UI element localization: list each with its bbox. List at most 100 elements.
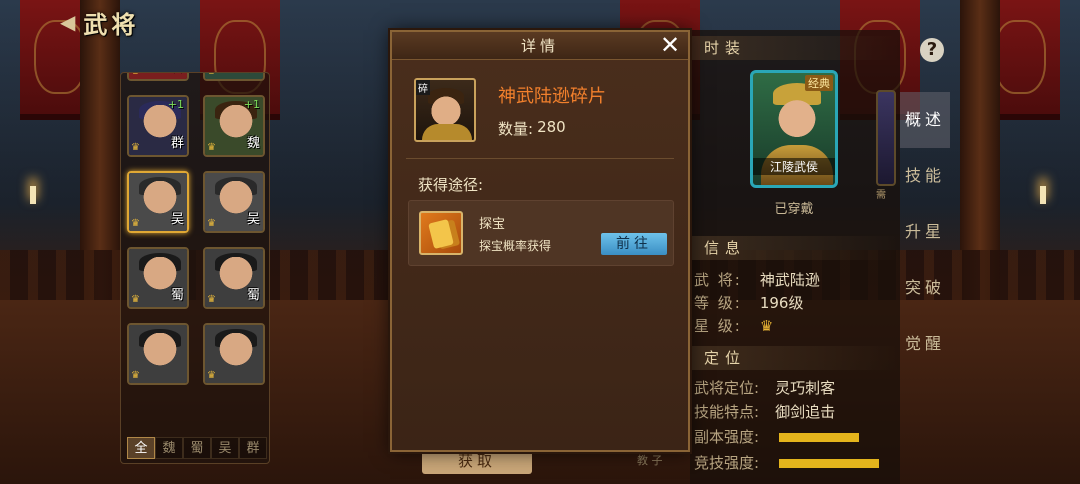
crown-icon: ♛ — [207, 370, 216, 381]
info-level-key: 等 级: — [694, 294, 742, 312]
portrait-shoulder — [422, 124, 472, 140]
side-tab[interactable]: 概述 — [900, 92, 950, 148]
hero-card[interactable]: ♛ — [203, 323, 265, 385]
position-section-title: 定位 — [690, 346, 900, 370]
item-count: 数量: 280 — [498, 118, 566, 139]
treasure-icon — [419, 211, 463, 255]
info-level-value: 196级 — [759, 294, 804, 312]
hero-card[interactable]: 吴 ♛ — [127, 171, 189, 233]
candle-icon — [30, 186, 36, 204]
costume-name: 江陵武侯 — [753, 158, 835, 175]
fragment-tag: 碎 — [416, 80, 430, 95]
filter-tab[interactable]: 蜀 — [183, 437, 211, 459]
item-count-label: 数量: — [498, 120, 534, 138]
close-icon[interactable]: ✕ — [658, 33, 682, 58]
info-general-value: 神武陆逊 — [759, 271, 820, 289]
item-name: 神武陆逊碎片 — [498, 86, 606, 107]
hero-card[interactable]: 蜀 ♛ — [203, 247, 265, 309]
hero-level-badge: +1 — [167, 98, 184, 111]
side-tab-bar: 概述 技能 升星 突破 觉醒 — [900, 92, 950, 372]
item-count-value: 280 — [537, 118, 566, 136]
crown-icon: ♛ — [207, 73, 216, 77]
crown-icon: ♛ — [131, 142, 140, 153]
crown-icon: ♛ — [207, 142, 216, 153]
skill-row: 技能特点: 御剑追击 — [694, 401, 835, 423]
hero-portrait — [219, 333, 253, 373]
side-tab[interactable]: 升星 — [900, 204, 950, 260]
costume-portrait — [777, 97, 817, 145]
filter-tab[interactable]: 全 — [127, 437, 155, 459]
info-section-title: 信息 — [690, 236, 900, 260]
hero-card[interactable]: +8魏♛ — [203, 73, 265, 81]
source-name: 探宝 — [479, 217, 506, 232]
info-level-row: 等 级: 196级 — [694, 292, 803, 314]
crown-icon: ♛ — [207, 218, 216, 229]
crown-icon: ♛ — [131, 370, 140, 381]
role-value: 灵巧刺客 — [775, 379, 836, 397]
hero-card[interactable]: 蜀 ♛ — [127, 247, 189, 309]
filter-tab[interactable]: 吴 — [211, 437, 239, 459]
modal-title: 详情 — [520, 37, 559, 55]
dungeon-strength-key: 副本强度: — [694, 428, 760, 446]
hero-faction-label: 魏 — [246, 136, 260, 151]
side-tab[interactable]: 觉醒 — [900, 316, 950, 372]
crown-icon: ♛ — [207, 294, 216, 305]
hero-faction-label: 群 — [171, 73, 184, 75]
arena-strength-key: 竞技强度: — [694, 454, 760, 472]
top-title-bar: ◀ 武将 — [60, 6, 140, 39]
hero-faction-label: 吴 — [246, 212, 260, 227]
info-star-key: 星 级: — [694, 317, 742, 335]
source-row-treasure: 探宝 探宝概率获得 前往 — [408, 200, 674, 266]
dungeon-strength-row: 副本强度: — [694, 426, 759, 448]
side-tab[interactable]: 突破 — [900, 260, 950, 316]
costume-card[interactable]: 经典 江陵武侯 — [750, 70, 838, 188]
info-star-row: 星 级: ♛ — [694, 315, 773, 337]
page-title: 武将 — [83, 10, 140, 39]
hero-card[interactable]: +1 魏 ♛ — [203, 95, 265, 157]
candle-icon — [1040, 186, 1046, 204]
info-general-row: 武 将: 神武陆逊 — [694, 269, 820, 291]
info-general-key: 武 将: — [694, 271, 742, 289]
crown-icon: ♛ — [759, 317, 774, 335]
hero-faction-label: 吴 — [170, 212, 184, 227]
detail-modal: 详情 ✕ 碎 神武陆逊碎片 数量: 280 获得途径: 探宝 探宝概率获得 前往 — [390, 30, 690, 452]
crown-icon: ♛ — [131, 294, 140, 305]
faction-filter-bar: 全魏蜀吴群 — [127, 437, 267, 459]
hero-grid: 群♛+8魏♛+1群♛+1魏♛吴♛吴♛蜀♛蜀♛♛♛ — [127, 73, 267, 385]
source-description: 探宝概率获得 — [479, 239, 552, 253]
hero-list-panel[interactable]: 群♛+8魏♛+1群♛+1魏♛吴♛吴♛蜀♛蜀♛♛♛ 全魏蜀吴群 — [120, 72, 270, 464]
arena-strength-bar — [779, 459, 879, 468]
go-button[interactable]: 前往 — [601, 233, 667, 255]
back-icon[interactable]: ◀ — [60, 10, 75, 34]
help-icon[interactable]: ? — [920, 38, 944, 62]
costume-section-title: 时装 — [690, 36, 900, 60]
hero-faction-label: 群 — [170, 136, 184, 151]
skill-key: 技能特点: — [694, 403, 760, 421]
hero-faction-label: 蜀 — [246, 288, 260, 303]
hero-card[interactable]: ♛ — [127, 323, 189, 385]
arena-strength-row: 竞技强度: — [694, 452, 759, 474]
dungeon-strength-bar — [779, 433, 859, 442]
hero-faction-label: 蜀 — [170, 288, 184, 303]
skill-value: 御剑追击 — [775, 403, 836, 421]
hero-card[interactable]: +1 群 ♛ — [127, 95, 189, 157]
costume-worn-label: 已穿戴 — [774, 202, 814, 217]
fragment-item-icon: 碎 — [414, 78, 476, 142]
hero-faction-label: 魏 — [247, 73, 260, 75]
crown-icon: ♛ — [131, 218, 140, 229]
next-costume-card[interactable] — [876, 90, 896, 186]
role-key: 武将定位: — [694, 379, 760, 397]
filter-tab[interactable]: 魏 — [155, 437, 183, 459]
role-row: 武将定位: 灵巧刺客 — [694, 377, 835, 399]
next-costume-label: 需 — [876, 190, 886, 201]
divider — [406, 158, 674, 159]
bottom-mini-label: 教 子 — [637, 454, 663, 467]
hero-card[interactable]: 群♛ — [127, 73, 189, 81]
obtain-method-label: 获得途径: — [418, 176, 484, 194]
costume-tag: 经典 — [805, 75, 833, 91]
crown-icon: ♛ — [131, 73, 140, 77]
hero-card[interactable]: 吴 ♛ — [203, 171, 265, 233]
hero-level-badge: +1 — [243, 98, 260, 111]
filter-tab[interactable]: 群 — [239, 437, 267, 459]
side-tab[interactable]: 技能 — [900, 148, 950, 204]
